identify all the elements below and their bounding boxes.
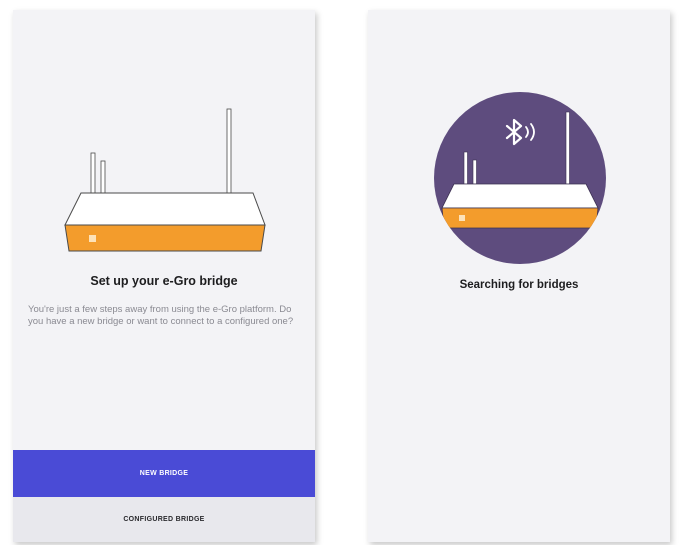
bluetooth-searching-icon bbox=[434, 92, 606, 264]
setup-description: You're just a few steps away from using … bbox=[28, 304, 294, 327]
setup-bridge-screen: Set up your e-Gro bridge You're just a f… bbox=[13, 10, 315, 542]
router-icon bbox=[64, 108, 266, 252]
composite-canvas: Set up your e-Gro bridge You're just a f… bbox=[0, 0, 682, 545]
searching-bridges-screen: Searching for bridges bbox=[368, 10, 670, 542]
searching-title: Searching for bridges bbox=[459, 279, 579, 291]
configured-bridge-button[interactable]: CONFIGURED BRIDGE bbox=[13, 497, 315, 542]
new-bridge-button[interactable]: NEW BRIDGE bbox=[13, 450, 315, 497]
setup-title: Set up your e-Gro bridge bbox=[90, 274, 238, 288]
